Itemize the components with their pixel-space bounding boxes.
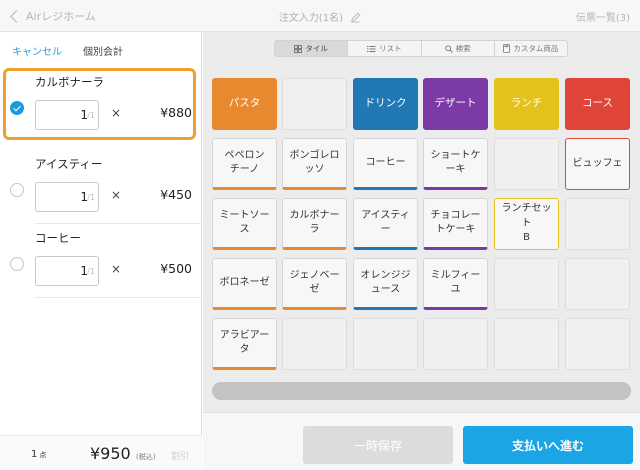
view-tab-label: 検索 — [455, 44, 471, 53]
multiply-sign: × — [111, 188, 122, 202]
order-panel: キャンセル 個別会計 カルボナーラ 1/1 × ¥880 アイスティー 1/1 × ¥450 コ… — [0, 32, 202, 470]
empty-tile — [282, 318, 347, 370]
list-icon — [367, 45, 379, 53]
product-tile[interactable]: カルボナー ラ — [282, 198, 347, 250]
checkmark-icon[interactable] — [10, 101, 24, 115]
radio-unchecked-icon[interactable] — [10, 257, 24, 271]
product-tile[interactable]: ペペロン チーノ — [212, 138, 277, 190]
order-item-price: ¥880 — [160, 105, 192, 120]
multiply-sign: × — [111, 106, 122, 120]
order-actions: キャンセル 個別会計 — [0, 32, 201, 68]
empty-tile — [494, 138, 559, 190]
cancel-button[interactable]: キャンセル — [12, 43, 62, 58]
product-tile[interactable]: オレンジジ ュース — [353, 258, 418, 310]
radio-unchecked-icon[interactable] — [10, 183, 24, 197]
quantity-field[interactable]: 1/1 — [35, 100, 99, 130]
category-tile[interactable]: ドリンク — [353, 78, 418, 130]
grid-icon — [294, 44, 305, 53]
view-tab-label: タイル — [305, 44, 328, 53]
view-tab-label: カスタム商品 — [513, 44, 559, 53]
view-tab[interactable]: カスタム商品 — [493, 41, 567, 56]
order-footer: 1点 ¥950 (税込) 割引 — [0, 435, 202, 470]
proceed-to-payment-button[interactable]: 支払いへ進む — [463, 426, 633, 464]
order-item[interactable]: コーヒー 1/1 × ¥500 — [0, 224, 202, 298]
quantity-field[interactable]: 1/1 — [35, 256, 99, 286]
calculator-icon — [503, 44, 513, 53]
product-tile[interactable]: コーヒー — [353, 138, 418, 190]
empty-tile — [282, 78, 347, 130]
item-count-value: 1 — [31, 449, 38, 460]
empty-tile — [565, 198, 630, 250]
product-tile[interactable]: ショートケ ーキ — [423, 138, 488, 190]
view-tab[interactable]: タイル — [275, 41, 348, 56]
product-tile[interactable]: ボンゴレロ ッソ — [282, 138, 347, 190]
discount-button[interactable]: 割引 — [171, 449, 189, 462]
bottom-action-bar: 一時保存 支払いへ進む — [203, 412, 640, 470]
category-tile[interactable]: ランチ — [494, 78, 559, 130]
category-tile[interactable]: コース — [565, 78, 630, 130]
product-tile[interactable]: アイスティ ー — [353, 198, 418, 250]
order-item-price: ¥450 — [160, 187, 192, 202]
product-tile[interactable]: アラビアー タ — [212, 318, 277, 370]
product-tile[interactable]: ジェノベー ゼ — [282, 258, 347, 310]
search-icon — [444, 44, 456, 53]
view-tab-label: リスト — [379, 44, 402, 53]
quantity-field[interactable]: 1/1 — [35, 182, 99, 212]
page-title[interactable]: 注文入力(1名) — [0, 9, 640, 24]
divider — [35, 297, 202, 298]
order-item-name: アイスティー — [35, 157, 103, 171]
product-tile[interactable]: ランチセット B — [494, 198, 559, 250]
product-tile[interactable]: ミルフィー ユ — [423, 258, 488, 310]
quantity-max: /1 — [87, 267, 95, 276]
order-item[interactable]: カルボナーラ 1/1 × ¥880 — [0, 68, 202, 142]
menu-panel: タイル リスト 検索 カスタム商品 パスタ ドリンク デザート ランチ コースペペロン チーノ… — [203, 32, 640, 470]
slip-list-button[interactable]: 伝票一覧(3) — [576, 9, 630, 24]
top-bar: Airレジホーム 注文入力(1名) 伝票一覧(3) — [0, 0, 640, 32]
category-tile[interactable]: パスタ — [212, 78, 277, 130]
product-tile[interactable]: ボロネーゼ — [212, 258, 277, 310]
view-tab[interactable]: 検索 — [420, 41, 494, 56]
empty-tile — [353, 318, 418, 370]
product-tile[interactable]: ビュッフェ — [565, 138, 630, 190]
view-tab[interactable]: リスト — [347, 41, 420, 56]
order-item[interactable]: アイスティー 1/1 × ¥450 — [0, 150, 202, 224]
order-item-name: カルボナーラ — [35, 75, 104, 89]
empty-tile — [494, 258, 559, 310]
multiply-sign: × — [111, 262, 122, 276]
view-mode-tabs: タイル リスト 検索 カスタム商品 — [274, 40, 568, 57]
item-count: 1点 — [31, 449, 46, 460]
order-item-name: コーヒー — [35, 231, 81, 245]
empty-tile — [494, 318, 559, 370]
quantity-max: /1 — [87, 193, 95, 202]
order-total: ¥950 — [90, 444, 131, 463]
split-bill-button[interactable]: 個別会計 — [83, 43, 123, 58]
empty-tile — [565, 258, 630, 310]
item-count-unit: 点 — [39, 451, 47, 459]
product-tile[interactable]: チョコレー トケーキ — [423, 198, 488, 250]
empty-tile — [423, 318, 488, 370]
tax-included-label: (税込) — [136, 453, 156, 461]
category-scrollbar[interactable] — [212, 382, 631, 400]
hold-button[interactable]: 一時保存 — [303, 426, 453, 464]
empty-tile — [565, 318, 630, 370]
order-item-price: ¥500 — [160, 261, 192, 276]
pencil-icon — [351, 12, 361, 23]
quantity-max: /1 — [87, 111, 95, 120]
product-tile[interactable]: ミートソー ス — [212, 198, 277, 250]
page-title-text: 注文入力(1名) — [278, 13, 343, 24]
category-tile[interactable]: デザート — [423, 78, 488, 130]
